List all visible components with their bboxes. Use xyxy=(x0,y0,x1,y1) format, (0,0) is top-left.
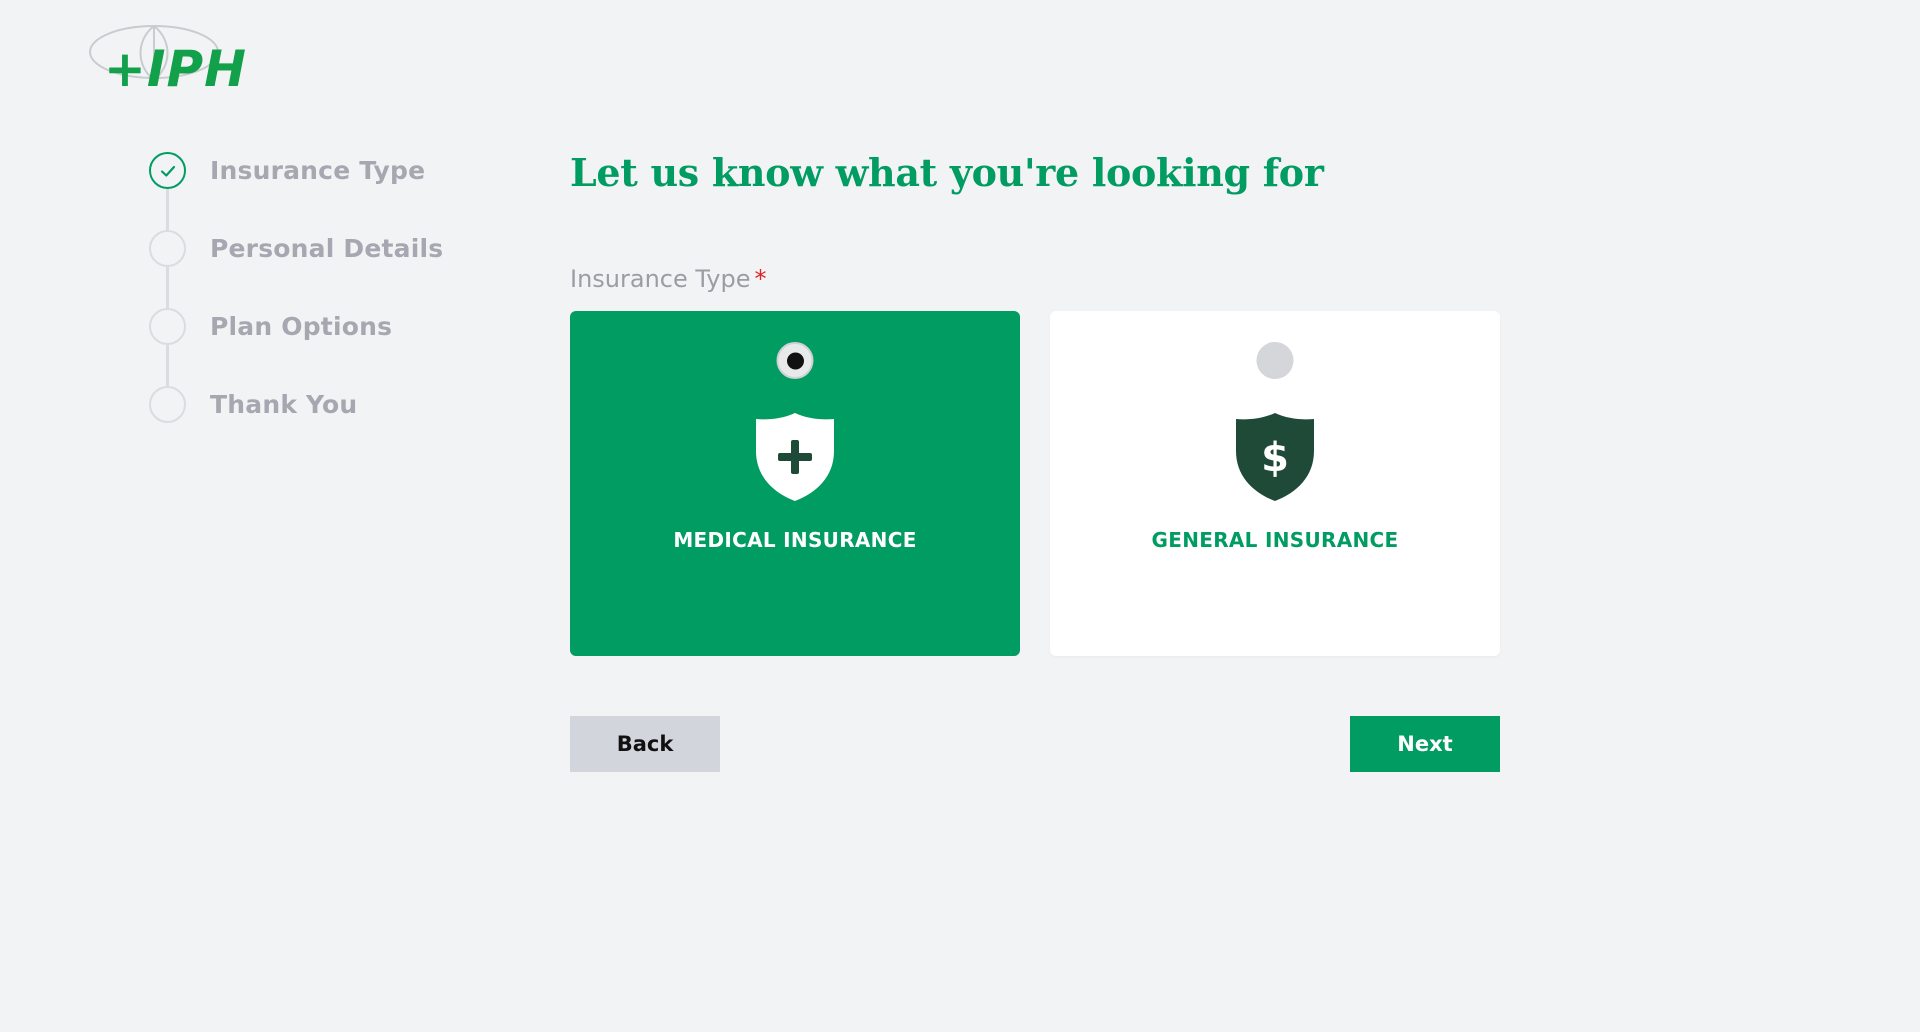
svg-text:+IPH: +IPH xyxy=(104,40,247,90)
check-icon xyxy=(149,152,186,189)
step-plan-options: Plan Options xyxy=(149,308,392,345)
general-insurance-radio[interactable] xyxy=(1256,342,1294,379)
step-indicator xyxy=(149,308,186,345)
step-insurance-type: Insurance Type xyxy=(149,152,425,189)
medical-insurance-radio[interactable] xyxy=(776,342,814,379)
option-label: MEDICAL INSURANCE xyxy=(673,528,917,552)
stepper-connector xyxy=(166,189,169,230)
step-label: Plan Options xyxy=(210,312,393,341)
svg-text:$: $ xyxy=(1261,435,1289,481)
step-thank-you: Thank You xyxy=(149,386,357,423)
option-label: GENERAL INSURANCE xyxy=(1151,528,1399,552)
step-indicator xyxy=(149,230,186,267)
shield-plus-icon xyxy=(754,411,836,503)
step-label: Personal Details xyxy=(210,234,444,263)
back-button[interactable]: Back xyxy=(570,716,720,772)
insurance-type-label: Insurance Type * xyxy=(570,265,767,293)
page-title: Let us know what you're looking for xyxy=(570,150,1324,195)
step-label: Thank You xyxy=(210,390,358,419)
step-indicator xyxy=(149,386,186,423)
step-label: Insurance Type xyxy=(210,156,426,185)
iph-logo: +IPH xyxy=(88,22,278,98)
shield-dollar-icon: $ xyxy=(1234,411,1316,503)
required-asterisk: * xyxy=(754,265,767,293)
step-personal-details: Personal Details xyxy=(149,230,443,267)
stepper-connector xyxy=(166,345,169,386)
next-button[interactable]: Next xyxy=(1350,716,1500,772)
stepper-connector xyxy=(166,267,169,308)
general-insurance-option[interactable]: $ GENERAL INSURANCE xyxy=(1050,311,1500,656)
medical-insurance-option[interactable]: MEDICAL INSURANCE xyxy=(570,311,1020,656)
field-label-text: Insurance Type xyxy=(570,265,751,293)
